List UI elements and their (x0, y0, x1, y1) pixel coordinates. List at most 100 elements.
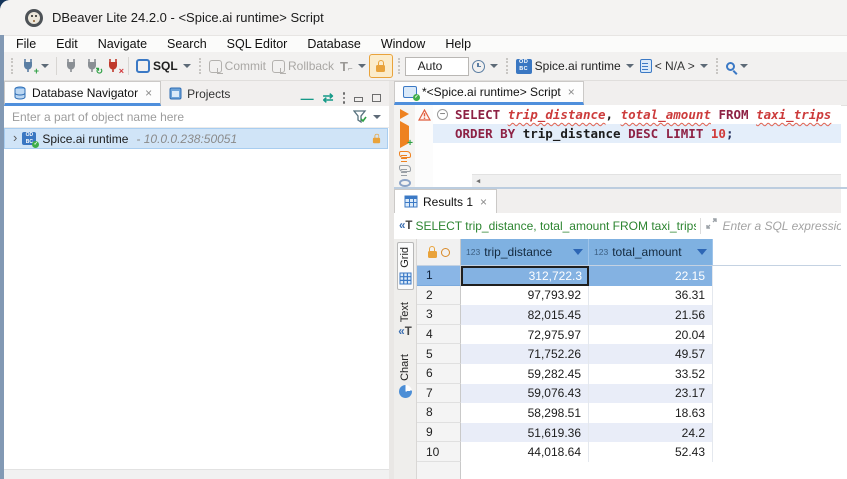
menu-sql-editor[interactable]: SQL Editor (217, 37, 298, 51)
fold-collapse-icon[interactable]: − (437, 109, 448, 120)
commit-label: Commit (225, 59, 266, 73)
reconnect-button[interactable]: ↻ (82, 56, 103, 76)
row-number-cell[interactable]: 3 (417, 305, 461, 325)
filter-expression-input[interactable]: Enter a SQL expression to (722, 219, 841, 233)
tab-database-navigator[interactable]: Database Navigator × (4, 81, 161, 106)
execute-statement-icon[interactable] (400, 109, 409, 119)
disconnect-button[interactable]: × (103, 56, 124, 76)
cell-trip-distance[interactable]: 44,018.64 (461, 442, 589, 462)
close-icon[interactable]: × (480, 195, 487, 209)
cell-total-amount[interactable]: 33.52 (589, 364, 713, 384)
cell-trip-distance[interactable]: 312,722.3 (461, 266, 589, 286)
object-filter-input[interactable]: Enter a part of object name here (12, 110, 353, 124)
column-header-trip-distance[interactable]: 123 trip_distance (461, 239, 589, 265)
sort-dropdown-icon[interactable] (573, 249, 583, 255)
row-number-cell[interactable]: 10 (417, 442, 461, 462)
row-number-cell[interactable]: 8 (417, 403, 461, 423)
tab-label: Database Navigator (32, 86, 138, 100)
cell-trip-distance[interactable]: 72,975.97 (461, 325, 589, 345)
editor-horizontal-scrollbar[interactable]: ◀ (472, 174, 841, 187)
navigator-horizontal-scrollbar[interactable] (4, 469, 389, 479)
search-button[interactable] (723, 56, 751, 76)
connect-button[interactable] (61, 56, 82, 76)
tree-expander-icon[interactable]: › (13, 130, 17, 145)
editor-action-rail: + (394, 105, 416, 187)
tab-label: *<Spice.ai runtime> Script (422, 85, 561, 99)
commit-mode-combo[interactable]: Auto (405, 57, 469, 76)
explain-plan-icon[interactable] (399, 165, 411, 172)
cell-total-amount[interactable]: 52.43 (589, 442, 713, 462)
new-connection-button[interactable]: + (18, 56, 52, 76)
row-number-cell[interactable]: 2 (417, 286, 461, 306)
cell-total-amount[interactable]: 20.04 (589, 325, 713, 345)
cell-total-amount[interactable]: 23.17 (589, 384, 713, 404)
row-number-cell[interactable]: 5 (417, 344, 461, 364)
cell-total-amount[interactable]: 24.2 (589, 423, 713, 443)
tab-chart-view[interactable]: Chart (398, 350, 413, 402)
menu-file[interactable]: File (6, 37, 46, 51)
row-number-cell[interactable]: 4 (417, 325, 461, 345)
filter-funnel-icon[interactable] (353, 110, 367, 123)
tab-results-1[interactable]: Results 1 × (394, 189, 497, 213)
cell-total-amount[interactable]: 36.31 (589, 286, 713, 306)
editor-tab-bar: ✓ *<Spice.ai runtime> Script × (394, 81, 847, 106)
transaction-log-button[interactable] (469, 56, 501, 76)
minimize-icon[interactable] (354, 97, 363, 102)
reconnect-badge-icon: ↻ (95, 67, 103, 76)
cell-trip-distance[interactable]: 82,015.45 (461, 305, 589, 325)
maximize-icon[interactable] (372, 94, 381, 102)
menu-help[interactable]: Help (435, 37, 481, 51)
cell-total-amount[interactable]: 22.15 (589, 266, 713, 286)
minimize-view-icon[interactable]: — (301, 91, 314, 106)
column-header-total-amount[interactable]: 123 total_amount (589, 239, 713, 265)
menu-database[interactable]: Database (297, 37, 371, 51)
menu-edit[interactable]: Edit (46, 37, 88, 51)
cell-total-amount[interactable]: 49.57 (589, 344, 713, 364)
grid-corner-cell[interactable] (417, 239, 461, 265)
scroll-left-icon[interactable]: ◀ (476, 172, 480, 188)
close-icon[interactable]: × (568, 85, 575, 99)
row-number-cell[interactable]: 1 (417, 266, 461, 286)
cell-total-amount[interactable]: 18.63 (589, 403, 713, 423)
active-connection-selector[interactable]: ODBC Spice.ai runtime (513, 56, 637, 76)
sql-editor-button[interactable]: SQL (133, 56, 194, 76)
cell-total-amount[interactable]: 21.56 (589, 305, 713, 325)
autocommit-lock-toggle[interactable] (369, 54, 393, 78)
cell-trip-distance[interactable]: 58,298.51 (461, 403, 589, 423)
expand-filter-icon[interactable] (705, 217, 718, 235)
tree-item-connection[interactable]: › ODBC ✓ Spice.ai runtime - 10.0.0.238:5… (4, 128, 388, 149)
row-number-cell[interactable]: 9 (417, 423, 461, 443)
readonly-lock-icon (373, 138, 380, 144)
execute-new-tab-button[interactable]: + (400, 126, 409, 144)
commit-button[interactable]: Commit (206, 56, 269, 76)
sort-dropdown-icon[interactable] (697, 249, 707, 255)
toolbar-drag-handle (199, 58, 201, 74)
menu-window[interactable]: Window (371, 37, 435, 51)
sql-editor-panel: ✓ *<Spice.ai runtime> Script × + (394, 81, 847, 479)
row-number-cell[interactable]: 6 (417, 364, 461, 384)
sql-text-area[interactable]: − SELECT trip_distance, total_amount FRO… (433, 105, 841, 187)
table-row: 951,619.3624.2 (417, 423, 841, 443)
tab-projects[interactable]: Projects (161, 81, 238, 106)
transaction-mode-button[interactable]: T⌐ (337, 56, 369, 76)
tab-text-view[interactable]: Text «T (397, 298, 412, 342)
active-database-selector[interactable]: < N/A > (637, 56, 711, 76)
cell-trip-distance[interactable]: 59,282.45 (461, 364, 589, 384)
link-with-editor-icon[interactable]: ⇄ (323, 90, 334, 106)
execute-script-icon[interactable] (399, 151, 411, 158)
cell-trip-distance[interactable]: 97,793.92 (461, 286, 589, 306)
rollback-button[interactable]: Rollback (269, 56, 337, 76)
menu-search[interactable]: Search (157, 37, 217, 51)
cell-trip-distance[interactable]: 71,752.26 (461, 344, 589, 364)
chevron-down-icon[interactable] (373, 115, 381, 119)
tab-script[interactable]: ✓ *<Spice.ai runtime> Script × (394, 81, 584, 105)
menu-navigate[interactable]: Navigate (88, 37, 157, 51)
commit-mode-value: Auto (418, 59, 443, 73)
tab-grid-view[interactable]: Grid (397, 242, 414, 290)
cell-trip-distance[interactable]: 59,076.43 (461, 384, 589, 404)
cell-trip-distance[interactable]: 51,619.36 (461, 423, 589, 443)
row-number-cell[interactable]: 7 (417, 384, 461, 404)
close-icon[interactable]: × (145, 86, 152, 100)
partial-icon[interactable] (399, 179, 411, 187)
view-menu-icon[interactable] (343, 92, 346, 104)
